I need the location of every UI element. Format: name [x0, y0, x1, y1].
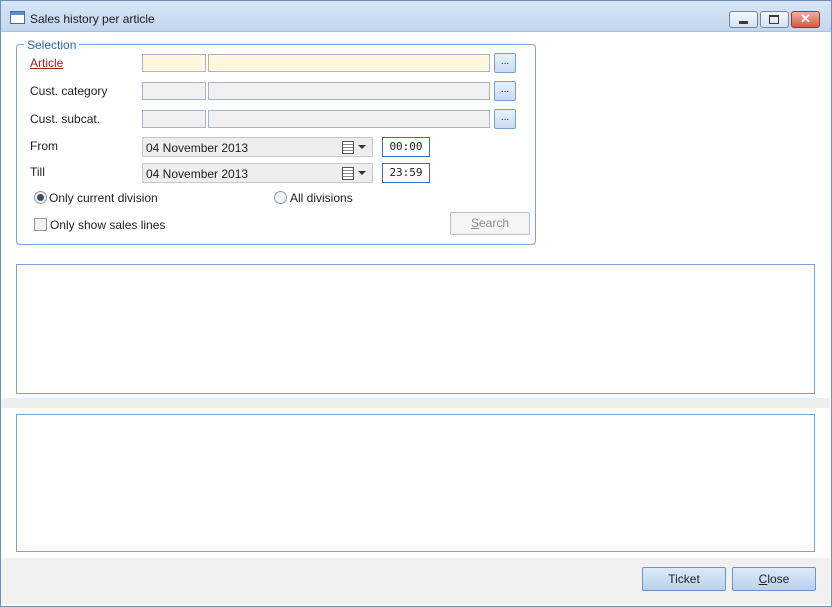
chevron-down-icon[interactable] [358, 145, 366, 149]
article-link[interactable]: Article [30, 56, 63, 70]
minimize-button[interactable] [729, 11, 758, 28]
till-date-value: 04 November 2013 [146, 167, 249, 181]
only-show-sales-lines-checkbox[interactable] [34, 218, 47, 231]
search-label-mnemonic: S [470, 216, 479, 230]
maximize-icon [769, 15, 779, 24]
from-date-picker[interactable]: 04 November 2013 [142, 137, 373, 157]
cust-category-description-input[interactable] [208, 82, 490, 100]
calendar-icon[interactable] [342, 167, 354, 180]
till-date-picker[interactable]: 04 November 2013 [142, 163, 373, 183]
maximize-button[interactable] [760, 11, 789, 28]
details-panel[interactable] [16, 414, 815, 552]
search-button[interactable]: Search [450, 212, 530, 235]
panel-splitter[interactable] [1, 398, 830, 408]
cust-subcat-code-input[interactable] [142, 110, 206, 128]
close-label: lose [767, 572, 790, 586]
from-date-value: 04 November 2013 [146, 141, 249, 155]
till-label: Till [30, 165, 45, 179]
all-divisions-label[interactable]: All divisions [290, 191, 353, 205]
ticket-button[interactable]: Ticket [642, 567, 726, 591]
only-show-sales-lines-label[interactable]: Only show sales lines [50, 218, 165, 232]
from-label: From [30, 139, 58, 153]
cust-subcat-label: Cust. subcat. [30, 112, 101, 126]
article-code-input[interactable] [142, 54, 206, 72]
cust-subcat-description-input[interactable] [208, 110, 490, 128]
search-label: earch [478, 216, 510, 230]
selection-legend: Selection [24, 38, 80, 52]
from-time-input[interactable]: 00:00 [382, 137, 430, 157]
calendar-icon[interactable] [342, 141, 354, 154]
article-lookup-button[interactable]: ... [494, 53, 516, 73]
only-current-division-label[interactable]: Only current division [49, 191, 158, 205]
cust-subcat-lookup-button[interactable]: ... [494, 109, 516, 129]
chevron-down-icon[interactable] [358, 171, 366, 175]
cust-category-label: Cust. category [30, 84, 108, 98]
cust-category-lookup-button[interactable]: ... [494, 81, 516, 101]
all-divisions-radio[interactable] [274, 191, 287, 204]
minimize-icon [739, 21, 748, 24]
close-icon: ✕ [800, 11, 811, 26]
window-icon [10, 11, 25, 24]
close-window-button[interactable]: ✕ [791, 11, 820, 28]
till-time-input[interactable]: 23:59 [382, 163, 430, 183]
only-current-division-radio[interactable] [34, 191, 47, 204]
close-button[interactable]: Close [732, 567, 816, 591]
window-title: Sales history per article [30, 12, 155, 26]
cust-category-code-input[interactable] [142, 82, 206, 100]
article-description-input[interactable] [208, 54, 490, 72]
title-bar[interactable]: Sales history per article ✕ [1, 1, 831, 32]
results-panel[interactable] [16, 264, 815, 394]
